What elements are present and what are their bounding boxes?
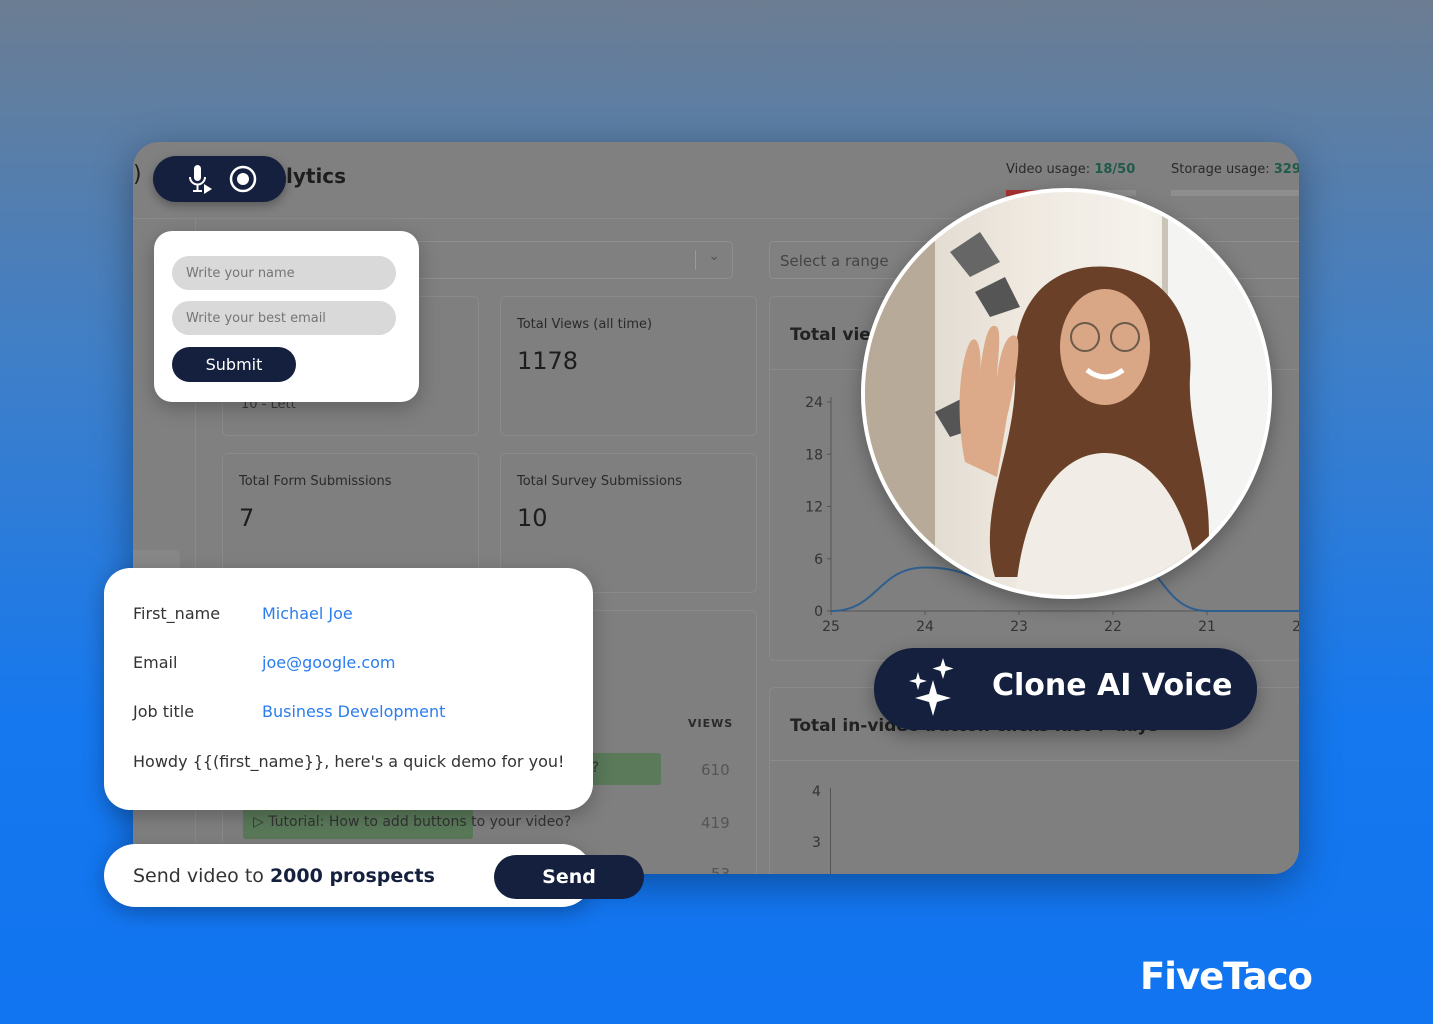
name-input[interactable] [172, 256, 396, 290]
y-tick-label: 18 [805, 447, 823, 463]
y-tick-label: 12 [805, 500, 823, 516]
clone-ai-voice-label: Clone AI Voice [992, 668, 1233, 703]
storage-usage-label: Storage usage: [1171, 162, 1270, 177]
recorder-controls [153, 156, 286, 202]
mic-play-icon[interactable] [185, 164, 215, 196]
video-title: Tutorial: How to add buttons to your vid… [268, 814, 572, 830]
email-input[interactable] [172, 301, 396, 335]
video-views: 53 [711, 865, 731, 874]
stat-value: 1178 [517, 347, 579, 375]
submit-button[interactable]: Submit [172, 347, 296, 382]
app-title-fragment: ) [133, 162, 142, 187]
prospect-count: 2000 prospects [269, 865, 435, 887]
presenter-avatar [861, 188, 1272, 599]
contact-personalization-card: First_name Michael Joe Email joe@google.… [104, 568, 593, 810]
video-views: 419 [701, 814, 730, 832]
x-tick-label: 21 [1198, 619, 1216, 635]
clone-ai-voice-button[interactable]: Clone AI Voice [874, 648, 1257, 730]
send-text-prefix: Send video to [133, 865, 270, 887]
stat-card-total-views: Total Views (all time) 1178 [500, 296, 757, 436]
x-tick-label: 23 [1010, 619, 1028, 635]
stat-label: Total Form Submissions [239, 474, 392, 489]
views-header: VIEWS [688, 717, 734, 730]
field-value: joe@google.com [262, 653, 396, 672]
sparkles-icon [909, 658, 954, 716]
send-text: Send video to 2000 prospects [133, 865, 435, 887]
record-icon[interactable] [229, 165, 257, 193]
dropdown-divider [695, 250, 696, 270]
x-tick-label: 22 [1104, 619, 1122, 635]
x-tick-label: 25 [822, 619, 840, 635]
y-tick-label: 24 [805, 395, 823, 411]
stat-value: 7 [239, 504, 255, 532]
field-label: Job title [133, 702, 195, 721]
field-value: Michael Joe [262, 604, 353, 623]
video-usage-label: Video usage: [1006, 162, 1091, 177]
video-row[interactable]: ▷ Tutorial: How to add buttons to your v… [253, 814, 571, 830]
fivetaco-logo: FiveTaco [1140, 955, 1313, 998]
storage-usage-bar [1171, 190, 1299, 196]
send-button[interactable]: Send [494, 855, 644, 899]
y-tick-label: 6 [814, 552, 823, 568]
storage-usage: Storage usage: 329 [1171, 162, 1299, 177]
x-tick-label: 20 [1292, 619, 1299, 635]
video-views: 610 [701, 761, 730, 779]
x-tick-label: 24 [916, 619, 934, 635]
y-axis [830, 788, 831, 874]
chart-divider [770, 760, 1299, 761]
stat-value: 10 [517, 504, 548, 532]
y-tick-label: 3 [812, 835, 821, 851]
stat-label: Total Survey Submissions [517, 474, 682, 489]
field-label: First_name [133, 604, 221, 623]
message-template: Howdy {{(first_name}}, here's a quick de… [133, 752, 565, 771]
chevron-down-icon: ⌄ [708, 248, 720, 264]
presenter-photo [865, 192, 1268, 595]
video-usage-value: 18/50 [1094, 162, 1136, 177]
y-tick-label: 0 [814, 604, 823, 620]
stat-label: Total Views (all time) [517, 317, 653, 332]
video-usage: Video usage: 18/50 [1006, 162, 1135, 177]
field-label: Email [133, 653, 178, 672]
field-value: Business Development [262, 702, 446, 721]
lead-capture-form: Submit [154, 231, 419, 402]
y-tick-label: 4 [812, 784, 821, 800]
page-title: lytics [286, 164, 347, 188]
storage-usage-value: 329 [1273, 162, 1299, 177]
